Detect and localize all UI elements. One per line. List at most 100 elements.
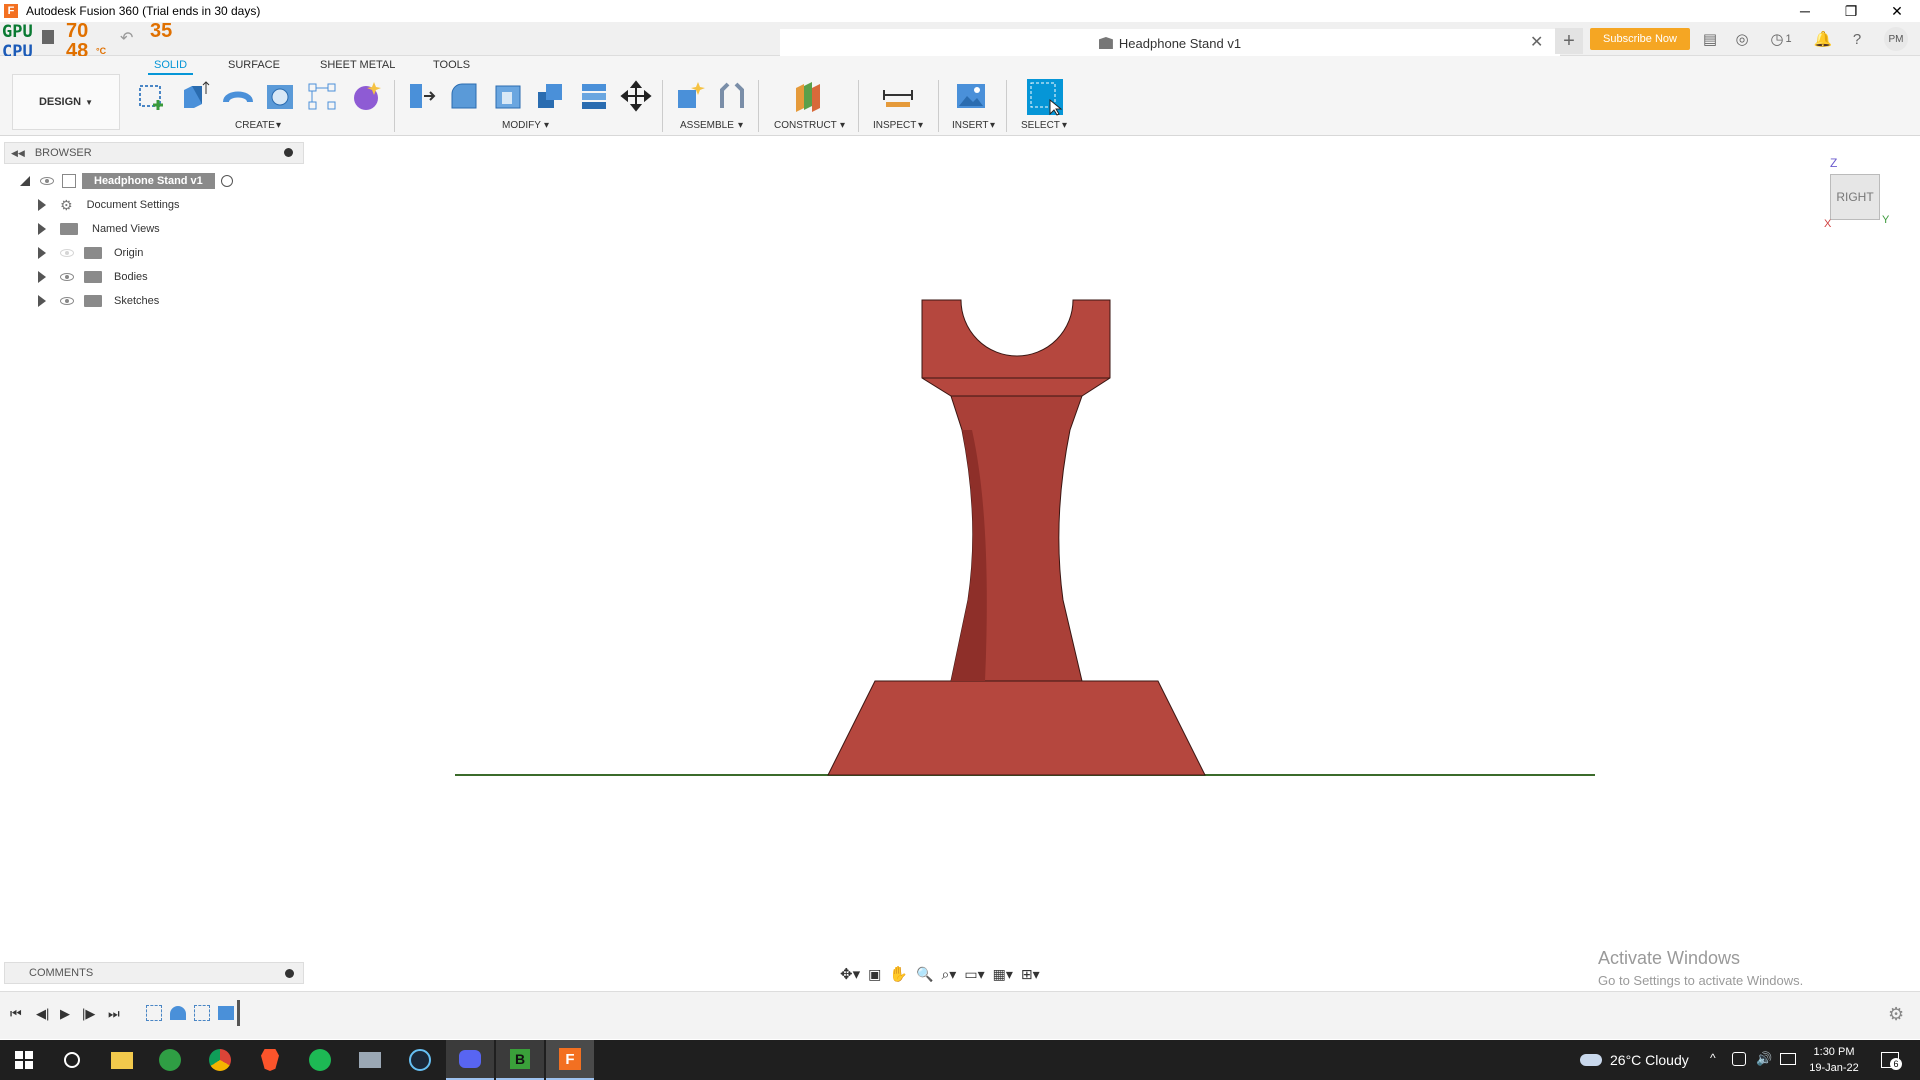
revolve-icon[interactable] xyxy=(222,80,254,112)
zoom-icon[interactable]: 🔍 xyxy=(916,966,933,983)
modify-menu[interactable]: MODIFY xyxy=(502,120,541,131)
offset-face-icon[interactable] xyxy=(578,80,610,112)
insert-menu[interactable]: INSERT xyxy=(952,120,989,131)
help-icon[interactable]: ? xyxy=(1848,30,1866,48)
pin-icon[interactable] xyxy=(284,148,293,157)
play-icon[interactable]: ▶ xyxy=(60,1006,70,1022)
viewcube-face[interactable]: RIGHT xyxy=(1830,174,1880,220)
subscribe-button[interactable]: Subscribe Now xyxy=(1590,28,1690,50)
orbit-icon[interactable]: ✥▾ xyxy=(840,965,860,983)
tree-item-sketches[interactable]: Sketches xyxy=(38,291,159,311)
undo-icon[interactable]: ↶ xyxy=(120,28,133,48)
system-clock[interactable]: 1:30 PM 19-Jan-22 xyxy=(1806,1044,1862,1076)
expand-icon[interactable] xyxy=(38,199,46,211)
create-form-icon[interactable] xyxy=(350,80,382,112)
inspect-menu[interactable]: INSPECT xyxy=(873,120,916,131)
expand-icon[interactable] xyxy=(38,295,46,307)
timeline-sketch-icon[interactable] xyxy=(146,1005,162,1021)
viewports-icon[interactable]: ⊞▾ xyxy=(1021,966,1040,983)
tab-solid[interactable]: SOLID xyxy=(148,59,194,75)
3d-viewport[interactable] xyxy=(0,136,1920,991)
tree-item-named-views[interactable]: Named Views xyxy=(38,219,160,239)
step-forward-icon[interactable]: |▶ xyxy=(82,1006,95,1022)
taskbar-fusion[interactable]: F xyxy=(546,1040,594,1080)
timeline-extrude-icon[interactable] xyxy=(218,1006,234,1020)
start-button[interactable] xyxy=(0,1040,48,1080)
visibility-eye-icon[interactable] xyxy=(60,249,74,257)
new-component-icon[interactable] xyxy=(674,80,706,112)
tab-sheet-metal[interactable]: SHEET METAL xyxy=(320,59,395,71)
fit-icon[interactable]: ⌕▾ xyxy=(941,966,956,983)
timeline-sketch-icon[interactable] xyxy=(194,1005,210,1021)
viewcube[interactable]: Z RIGHT Y X xyxy=(1824,156,1889,230)
joint-icon[interactable] xyxy=(716,80,748,112)
create-menu[interactable]: CREATE xyxy=(235,120,275,131)
visibility-eye-icon[interactable] xyxy=(60,273,74,281)
comments-panel[interactable]: COMMENTS xyxy=(4,962,304,984)
gear-icon[interactable]: ⚙ xyxy=(1888,1004,1904,1025)
file-icon[interactable] xyxy=(42,30,54,44)
taskbar-discord[interactable] xyxy=(446,1040,494,1080)
restore-button[interactable]: ❐ xyxy=(1828,0,1874,22)
pan-icon[interactable]: ✋ xyxy=(889,965,908,983)
show-hidden-icons-icon[interactable]: ^ xyxy=(1710,1051,1716,1065)
combine-icon[interactable] xyxy=(534,80,566,112)
taskbar-file-explorer[interactable] xyxy=(98,1040,146,1080)
taskbar-chrome[interactable] xyxy=(196,1040,244,1080)
go-to-end-icon[interactable]: ⏭ xyxy=(108,1006,120,1022)
display-settings-icon[interactable]: ▭▾ xyxy=(964,966,984,983)
collapse-icon[interactable] xyxy=(20,176,30,186)
new-tab-button[interactable]: + xyxy=(1555,28,1583,54)
close-document-button[interactable]: ✕ xyxy=(1530,32,1543,52)
taskbar-spotify[interactable] xyxy=(296,1040,344,1080)
timeline-marker[interactable] xyxy=(237,1000,240,1026)
taskbar-steam[interactable] xyxy=(396,1040,444,1080)
search-button[interactable] xyxy=(48,1040,96,1080)
taskbar-bitwarden[interactable]: B xyxy=(496,1040,544,1080)
visibility-eye-icon[interactable] xyxy=(40,177,54,185)
minimize-button[interactable]: ─ xyxy=(1782,0,1828,22)
construct-menu[interactable]: CONSTRUCT xyxy=(774,120,837,131)
taskbar-app-window[interactable] xyxy=(346,1040,394,1080)
notifications-icon[interactable]: 🔔 xyxy=(1814,30,1833,48)
weather-widget[interactable]: 26°C Cloudy xyxy=(1580,1040,1689,1080)
activate-radio-icon[interactable] xyxy=(220,175,233,187)
network-icon[interactable] xyxy=(1780,1053,1796,1065)
tab-surface[interactable]: SURFACE xyxy=(228,59,280,71)
tree-root[interactable]: Headphone Stand v1 xyxy=(20,171,233,191)
offset-plane-icon[interactable] xyxy=(792,80,824,112)
extensions-icon[interactable]: ◎ xyxy=(1733,30,1751,48)
measure-icon[interactable] xyxy=(882,80,914,112)
timeline-revolve-icon[interactable] xyxy=(170,1006,186,1020)
close-button[interactable]: ✕ xyxy=(1874,0,1920,22)
hole-icon[interactable] xyxy=(264,80,296,112)
tree-item-document-settings[interactable]: ⚙ Document Settings xyxy=(38,195,180,215)
visibility-eye-icon[interactable] xyxy=(60,297,74,305)
action-center-button[interactable]: 6 xyxy=(1878,1048,1902,1072)
document-tab[interactable]: Headphone Stand v1 xyxy=(780,29,1560,57)
press-pull-icon[interactable] xyxy=(406,80,438,112)
move-icon[interactable] xyxy=(620,80,652,112)
go-to-start-icon[interactable]: ⏮ xyxy=(10,1006,22,1022)
pattern-icon[interactable] xyxy=(306,80,338,112)
look-at-icon[interactable]: ▣ xyxy=(868,966,881,983)
expand-icon[interactable] xyxy=(38,271,46,283)
insert-image-icon[interactable] xyxy=(955,80,987,112)
select-menu[interactable]: SELECT xyxy=(1021,120,1060,131)
tree-item-origin[interactable]: Origin xyxy=(38,243,143,263)
taskbar-xbox[interactable] xyxy=(146,1040,194,1080)
select-tool-icon[interactable] xyxy=(1026,78,1064,116)
fillet-icon[interactable] xyxy=(448,80,480,112)
avatar[interactable]: PM xyxy=(1884,27,1908,51)
grid-icon[interactable]: ▦▾ xyxy=(993,966,1013,983)
extrude-icon[interactable] xyxy=(178,80,210,112)
assemble-menu[interactable]: ASSEMBLE xyxy=(680,120,734,131)
create-sketch-icon[interactable] xyxy=(136,80,168,112)
expand-icon[interactable] xyxy=(38,247,46,259)
tab-tools[interactable]: TOOLS xyxy=(433,59,470,71)
tray-app-icon[interactable] xyxy=(1732,1052,1746,1066)
taskbar-brave[interactable] xyxy=(246,1040,294,1080)
collapse-panel-icon[interactable]: ◀◀ xyxy=(11,148,25,159)
model-canvas[interactable] xyxy=(0,136,1920,991)
data-panel-icon[interactable]: ▤ xyxy=(1701,30,1719,48)
